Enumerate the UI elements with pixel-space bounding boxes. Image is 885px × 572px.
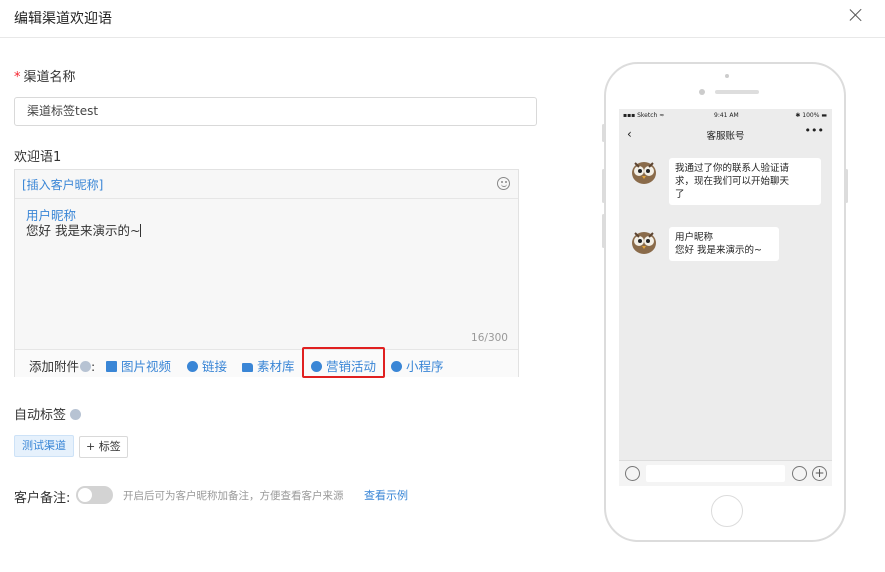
phone-side-button (602, 124, 605, 142)
attach-link-button[interactable]: 链接 (187, 356, 227, 375)
plus-icon: + (812, 466, 827, 481)
home-button (711, 495, 743, 527)
attach-mini-program-button[interactable]: 小程序 (391, 356, 444, 375)
view-example-link[interactable]: 查看示例 (364, 487, 408, 503)
emoji-icon (792, 466, 807, 481)
dialog-header: 编辑渠道欢迎语 (0, 0, 885, 38)
attachment-bar: 添加附件: 图片视频 链接 素材库 营销活动 小程序 (15, 349, 518, 377)
customer-note-toggle[interactable] (76, 486, 113, 504)
phone-side-button (602, 214, 605, 248)
welcome-message-text[interactable]: 用户昵称 您好 我是来演示的~ (26, 208, 142, 238)
avatar-icon (632, 232, 656, 254)
dialog-title: 编辑渠道欢迎语 (14, 11, 112, 27)
chat-bubble: 我通过了你的联系人验证请 求，现在我们可以开始聊天 了 (669, 158, 821, 205)
channel-name-label: * 渠道名称 (14, 70, 76, 85)
customer-note-hint: 开启后可为客户昵称加备注，方便查看客户来源 (123, 490, 344, 502)
chat-input-field (646, 465, 785, 482)
close-icon[interactable] (849, 8, 863, 22)
phone-sensor (699, 89, 705, 95)
welcome-editor[interactable]: [插入客户昵称] 用户昵称 您好 我是来演示的~ 16/300 添加附件: 图片… (14, 169, 519, 377)
mini-program-icon (391, 361, 402, 372)
char-count: 16/300 (471, 332, 508, 344)
editor-toolbar: [插入客户昵称] (15, 170, 518, 199)
folder-icon (242, 363, 253, 372)
chat-navbar: ‹ 客服账号 ••• (619, 123, 832, 145)
toggle-knob (78, 488, 92, 502)
status-bar: ▪▪▪ Sketch ≈ 9:41 AM ✱ 100% ▬ (619, 109, 832, 123)
nickname-token: 用户昵称 (26, 208, 77, 223)
avatar-icon (632, 162, 656, 184)
tag-chip[interactable]: 测试渠道 (14, 435, 74, 457)
attachments-label: 添加附件: (29, 359, 96, 374)
channel-name-input[interactable]: 渠道标签test (14, 97, 537, 126)
chat-bubble: 用户昵称 您好 我是来演示的~ (669, 227, 779, 261)
phone-speaker (715, 90, 759, 94)
image-icon (106, 361, 117, 372)
text-caret (140, 224, 142, 237)
phone-preview: ▪▪▪ Sketch ≈ 9:41 AM ✱ 100% ▬ ‹ 客服账号 •••… (602, 62, 848, 542)
emoji-icon[interactable] (497, 177, 510, 190)
chat-input-bar: + (619, 460, 832, 486)
message-text: 您好 我是来演示的~ (26, 223, 141, 238)
add-tag-button[interactable]: + 标签 (79, 436, 128, 458)
required-mark: * (14, 70, 21, 85)
chat-title: 客服账号 (706, 131, 745, 142)
link-icon (187, 361, 198, 372)
voice-icon (625, 466, 640, 481)
carrier: ▪▪▪ Sketch ≈ (623, 112, 665, 119)
customer-note-label: 客户备注: (14, 491, 71, 506)
phone-side-button (845, 169, 848, 203)
more-icon: ••• (804, 124, 824, 137)
attach-library-button[interactable]: 素材库 (242, 356, 295, 375)
attach-image-video-button[interactable]: 图片视频 (106, 356, 171, 375)
campaign-highlight-box (302, 347, 385, 378)
help-icon[interactable] (70, 409, 82, 420)
phone-side-button (602, 169, 605, 203)
auto-tag-label: 自动标签 (14, 404, 82, 423)
help-icon[interactable] (80, 361, 92, 372)
phone-camera (725, 74, 729, 78)
battery: ✱ 100% ▬ (795, 112, 827, 119)
insert-nickname-button[interactable]: [插入客户昵称] (22, 176, 103, 193)
status-time: 9:41 AM (714, 112, 739, 119)
phone-screen: ▪▪▪ Sketch ≈ 9:41 AM ✱ 100% ▬ ‹ 客服账号 •••… (619, 109, 832, 486)
welcome-label: 欢迎语1 (14, 150, 62, 165)
